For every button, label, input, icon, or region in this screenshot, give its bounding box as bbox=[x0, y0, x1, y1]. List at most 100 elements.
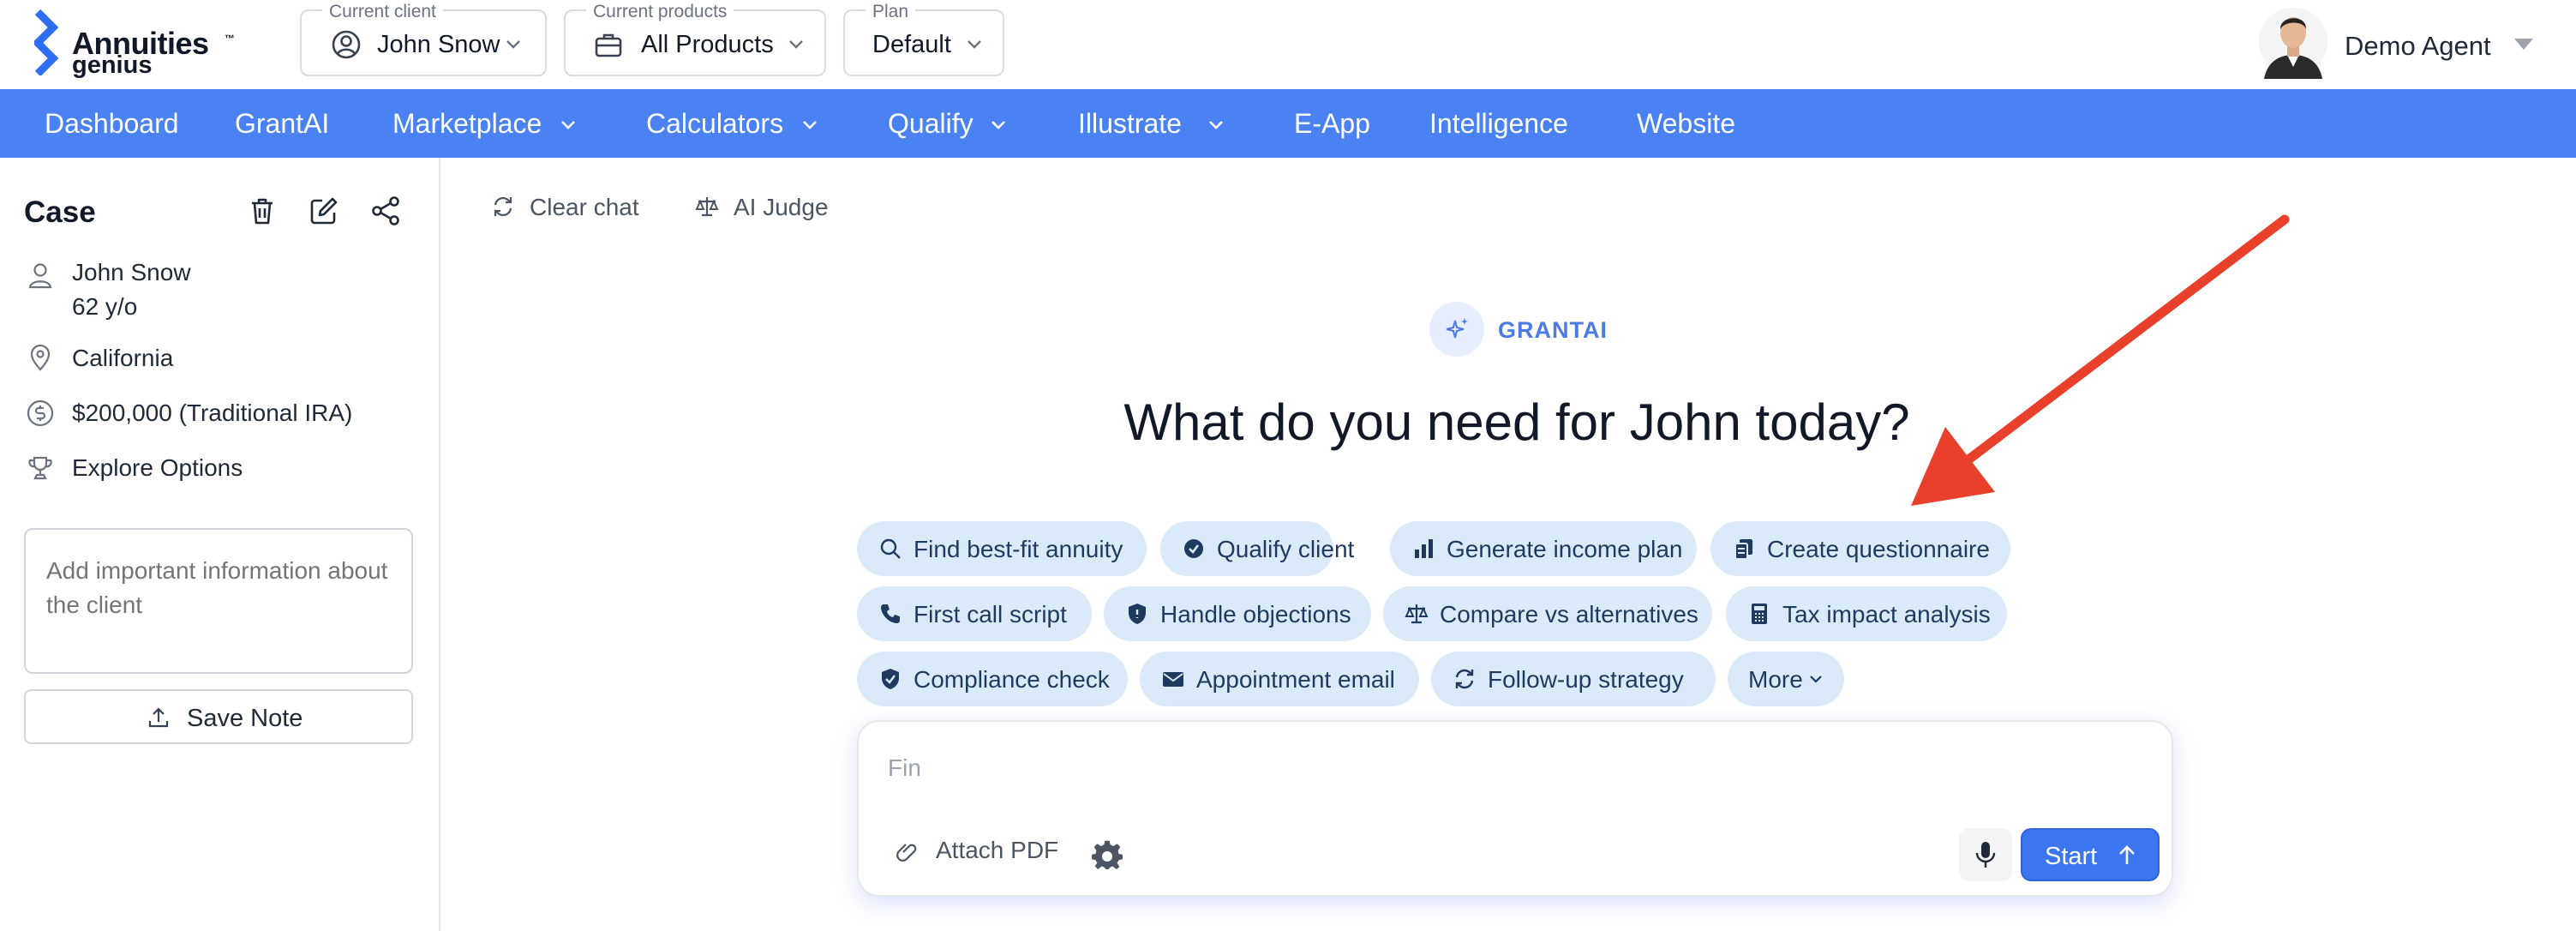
client-name: John Snow bbox=[72, 259, 191, 285]
nav-item-label: Calculators bbox=[646, 108, 784, 139]
agent-name: Demo Agent bbox=[2345, 31, 2491, 61]
shield-icon bbox=[1129, 604, 1146, 624]
chat-input[interactable] bbox=[888, 751, 2088, 785]
attach-pdf-label: Attach PDF bbox=[936, 837, 1059, 863]
chip-label: First call script bbox=[914, 601, 1067, 628]
client-funds: $200,000 (Traditional IRA) bbox=[72, 399, 353, 426]
clear-chat-button[interactable]: Clear chat bbox=[490, 192, 644, 226]
chevron-down-icon bbox=[506, 40, 520, 49]
current-products-value: All Products bbox=[641, 31, 774, 58]
client-note-input[interactable] bbox=[24, 528, 413, 674]
logo-text-line2: genius bbox=[72, 51, 153, 79]
chip-create-questionnaire[interactable]: Create questionnaire bbox=[1710, 521, 2010, 576]
ai-judge-button[interactable]: AI Judge bbox=[694, 192, 840, 226]
nav-item-e-app[interactable]: E-App bbox=[1294, 89, 1370, 158]
nav-item-qualify[interactable]: Qualify bbox=[888, 89, 1016, 158]
current-client-value: John Snow bbox=[377, 31, 500, 58]
agent-menu[interactable]: Demo Agent bbox=[2259, 5, 2542, 79]
start-button[interactable]: Start bbox=[2021, 828, 2160, 881]
logo-mark-icon bbox=[34, 9, 59, 75]
briefcase-icon bbox=[595, 33, 622, 57]
nav-item-label: Qualify bbox=[888, 108, 973, 139]
chip-appointment-email[interactable]: Appointment email bbox=[1140, 652, 1419, 706]
refresh-icon bbox=[1455, 669, 1474, 689]
chevron-down-icon bbox=[561, 121, 575, 129]
chip-first-call-script[interactable]: First call script bbox=[857, 586, 1092, 641]
nav-item-label: E-App bbox=[1294, 108, 1370, 139]
chip-find-best-fit-annuity[interactable]: Find best-fit annuity bbox=[857, 521, 1147, 576]
nav-item-label: Intelligence bbox=[1429, 108, 1568, 139]
chip-generate-income-plan[interactable]: Generate income plan bbox=[1390, 521, 1697, 576]
chip-label: Handle objections bbox=[1160, 601, 1351, 628]
current-products-caption: Current products bbox=[586, 2, 734, 22]
trash-icon[interactable] bbox=[245, 194, 279, 228]
chevron-down-icon bbox=[803, 121, 817, 129]
user-circle-icon bbox=[332, 30, 361, 59]
attach-pdf-button[interactable]: Attach PDF bbox=[893, 835, 1064, 869]
nav-item-label: Dashboard bbox=[45, 108, 179, 139]
nav-item-website[interactable]: Website bbox=[1637, 89, 1735, 158]
chip-label: Appointment email bbox=[1196, 666, 1395, 693]
chip-more[interactable]: More bbox=[1728, 652, 1844, 706]
chevron-down-icon bbox=[967, 40, 981, 49]
avatar bbox=[2259, 8, 2327, 79]
share-icon[interactable] bbox=[368, 194, 403, 228]
nav-item-grantai[interactable]: GrantAI bbox=[235, 89, 329, 158]
current-client-select[interactable]: Current client John Snow bbox=[300, 2, 547, 76]
chip-compare-vs-alternatives[interactable]: Compare vs alternatives bbox=[1383, 586, 1712, 641]
calculator-icon bbox=[1752, 604, 1767, 624]
logo-trademark: ™ bbox=[225, 33, 235, 45]
chip-label: Follow-up strategy bbox=[1488, 666, 1684, 693]
nav-item-intelligence[interactable]: Intelligence bbox=[1429, 89, 1568, 158]
case-title: Case bbox=[24, 195, 96, 229]
annotation-arrow bbox=[1911, 214, 2290, 506]
chip-label: Compliance check bbox=[914, 666, 1110, 693]
upload-icon bbox=[148, 707, 169, 728]
nav-item-illustrate[interactable]: Illustrate bbox=[1078, 89, 1232, 158]
arrow-up-icon bbox=[2119, 845, 2135, 864]
gear-icon[interactable] bbox=[1090, 838, 1124, 873]
chip-label: More bbox=[1748, 666, 1803, 693]
case-sidebar: Case John Snow 62 y/o California $200,00… bbox=[0, 158, 440, 931]
current-products-select[interactable]: Current products All Products bbox=[564, 2, 826, 76]
chip-handle-objections[interactable]: Handle objections bbox=[1104, 586, 1371, 641]
chip-qualify-client[interactable]: Qualify client bbox=[1160, 521, 1354, 576]
nav-item-label: GrantAI bbox=[235, 108, 330, 139]
top-header: Annuities ™ genius Current client John S… bbox=[0, 0, 2576, 89]
grantai-badge bbox=[1429, 302, 1484, 357]
person-icon bbox=[28, 263, 52, 289]
plan-select[interactable]: Plan Default bbox=[843, 2, 1004, 76]
shield-check-icon bbox=[882, 669, 899, 689]
clear-chat-label: Clear chat bbox=[530, 194, 639, 220]
chip-label: Tax impact analysis bbox=[1782, 601, 1991, 628]
grantai-label: GRANTAI bbox=[1498, 317, 1608, 343]
envelope-icon bbox=[1163, 672, 1183, 687]
plan-caption: Plan bbox=[866, 2, 916, 22]
save-note-button[interactable]: Save Note bbox=[24, 689, 413, 744]
chip-label: Create questionnaire bbox=[1767, 536, 1990, 562]
save-note-label: Save Note bbox=[187, 705, 303, 732]
client-goal: Explore Options bbox=[72, 454, 243, 481]
chip-label: Qualify client bbox=[1217, 536, 1355, 562]
check-badge-icon bbox=[1184, 539, 1203, 558]
microphone-button[interactable] bbox=[1959, 828, 2012, 881]
chevron-down-icon bbox=[789, 40, 803, 49]
chip-label: Generate income plan bbox=[1447, 536, 1683, 562]
nav-item-label: Website bbox=[1637, 108, 1736, 139]
nav-item-calculators[interactable]: Calculators bbox=[646, 89, 826, 158]
caret-down-icon bbox=[2514, 39, 2533, 50]
trophy-icon bbox=[28, 456, 52, 480]
chip-compliance-check[interactable]: Compliance check bbox=[857, 652, 1128, 706]
chat-composer: Attach PDF Start bbox=[857, 720, 2173, 897]
client-state: California bbox=[72, 345, 174, 371]
nav-item-label: Illustrate bbox=[1078, 108, 1182, 139]
location-pin-icon bbox=[30, 344, 51, 371]
chevron-down-icon bbox=[991, 121, 1005, 129]
nav-item-marketplace[interactable]: Marketplace bbox=[392, 89, 581, 158]
edit-icon[interactable] bbox=[307, 194, 341, 228]
nav-item-dashboard[interactable]: Dashboard bbox=[45, 89, 179, 158]
annuities-genius-logo[interactable]: Annuities ™ genius bbox=[34, 7, 240, 79]
chip-follow-up-strategy[interactable]: Follow-up strategy bbox=[1431, 652, 1716, 706]
chip-tax-impact-analysis[interactable]: Tax impact analysis bbox=[1726, 586, 2007, 641]
plan-value: Default bbox=[872, 31, 951, 58]
